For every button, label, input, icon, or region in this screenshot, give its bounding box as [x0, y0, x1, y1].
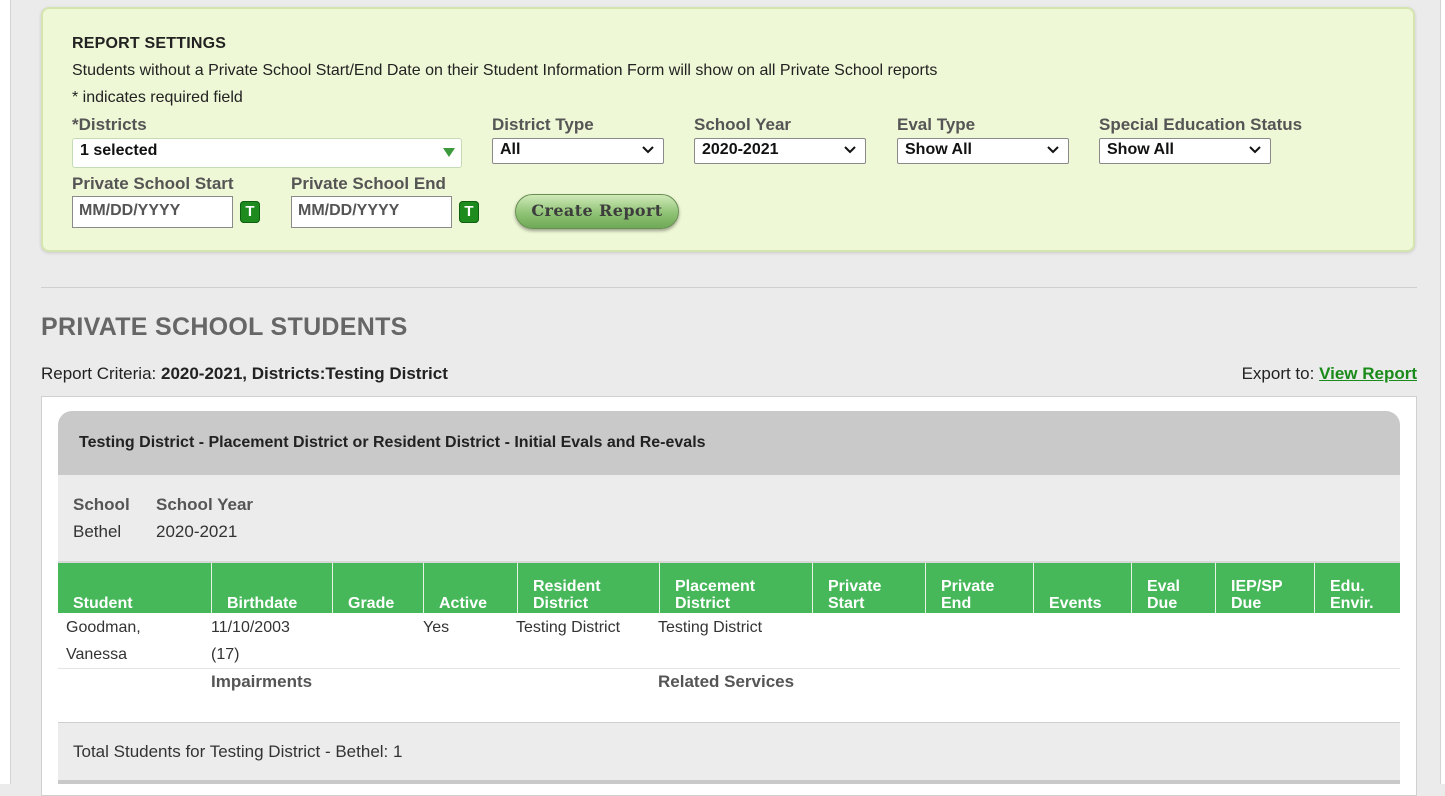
col-placement-district[interactable]: Placement District: [659, 563, 812, 613]
cell-student[interactable]: Goodman, Vanessa: [66, 614, 141, 668]
cell-resident-district: Testing District: [516, 619, 621, 636]
districts-multiselect[interactable]: 1 selected: [72, 138, 462, 168]
group-header: Testing District - Placement District or…: [58, 411, 1400, 475]
sped-status-select[interactable]: Show All: [1099, 138, 1271, 164]
eval-type-label: Eval Type: [897, 115, 976, 134]
view-report-link[interactable]: View Report: [1319, 364, 1417, 383]
school-year-column-header: School Year: [156, 495, 254, 514]
cell-placement-district: Testing District: [658, 619, 763, 636]
districts-label: *Districts: [72, 115, 147, 134]
school-value: Bethel: [73, 522, 122, 541]
create-report-button[interactable]: Create Report: [515, 194, 679, 229]
chevron-down-icon: [1249, 146, 1261, 154]
eval-type-select[interactable]: Show All: [897, 138, 1069, 164]
ps-end-input[interactable]: MM/DD/YYYY: [291, 196, 452, 228]
required-field-note: * indicates required field: [72, 89, 243, 106]
col-private-end[interactable]: Private End: [925, 563, 1033, 613]
districts-value: 1 selected: [80, 142, 158, 159]
cell-birthdate: 11/10/2003 (17): [211, 619, 290, 663]
col-birthdate[interactable]: Birthdate: [211, 563, 332, 613]
cell-active: Yes: [423, 619, 450, 636]
page-left-edge: [0, 0, 11, 784]
col-private-start[interactable]: Private Start: [812, 563, 925, 613]
ps-end-label: Private School End: [291, 174, 446, 193]
col-iep-sp-due[interactable]: IEP/SP Due: [1215, 563, 1314, 613]
col-resident-district[interactable]: Resident District: [517, 563, 659, 613]
section-divider: [41, 287, 1417, 288]
ps-start-today-button[interactable]: T: [240, 201, 260, 223]
col-student[interactable]: Student: [58, 563, 211, 613]
school-info-panel: [58, 475, 1400, 561]
row-separator: [58, 668, 1400, 669]
col-events[interactable]: Events: [1033, 563, 1131, 613]
district-type-label: District Type: [492, 115, 594, 134]
page-title: PRIVATE SCHOOL STUDENTS: [41, 313, 408, 341]
export-to: Export to: View Report: [1241, 364, 1417, 383]
chevron-down-icon: [1047, 146, 1059, 154]
report-criteria-value: 2020-2021, Districts:Testing District: [160, 364, 448, 383]
sped-status-label: Special Education Status: [1099, 115, 1303, 134]
related-services-label: Related Services: [658, 672, 795, 691]
school-column-header: School: [73, 495, 130, 514]
impairments-label: Impairments: [211, 672, 313, 691]
total-students: Total Students for Testing District - Be…: [73, 742, 403, 761]
col-eval-due[interactable]: Eval Due: [1131, 563, 1215, 613]
district-type-select[interactable]: All: [492, 138, 664, 164]
col-edu-envir[interactable]: Edu. Envir.: [1314, 563, 1400, 613]
ps-start-label: Private School Start: [72, 174, 234, 193]
col-active[interactable]: Active: [423, 563, 517, 613]
total-bottom-bar: [58, 780, 1400, 784]
required-star: *: [72, 115, 79, 134]
chevron-down-icon: [844, 146, 856, 154]
school-year-select[interactable]: 2020-2021: [694, 138, 866, 164]
ps-start-input[interactable]: MM/DD/YYYY: [72, 196, 233, 228]
settings-note: Students without a Private School Start/…: [72, 62, 938, 79]
table-header: Student Birthdate Grade Active Resident D…: [58, 563, 1400, 613]
school-year-label: School Year: [694, 115, 792, 134]
report-criteria: Report Criteria: 2020-2021, Districts:Te…: [41, 364, 448, 383]
dropdown-triangle-icon: [443, 148, 455, 157]
report-settings-panel: REPORT SETTINGS Students without a Priva…: [41, 7, 1415, 252]
settings-title: REPORT SETTINGS: [72, 35, 227, 52]
school-year-value: 2020-2021: [156, 522, 238, 541]
ps-end-today-button[interactable]: T: [459, 201, 479, 223]
page-right-edge: [1440, 0, 1445, 784]
col-grade[interactable]: Grade: [332, 563, 423, 613]
chevron-down-icon: [642, 146, 654, 154]
